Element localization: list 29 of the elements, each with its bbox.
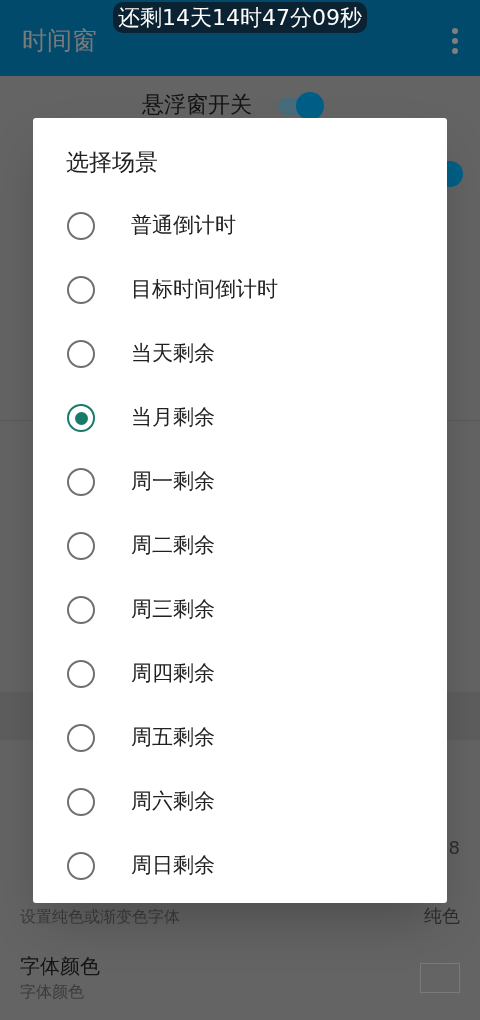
switch-label: 悬浮窗开关 xyxy=(142,93,252,117)
radio-option[interactable]: 周日剩余 xyxy=(33,834,447,898)
radio-option[interactable]: 周三剩余 xyxy=(33,578,447,642)
app-title: 时间窗 xyxy=(22,25,97,58)
radio-button[interactable] xyxy=(67,532,95,560)
radio-button[interactable] xyxy=(67,852,95,880)
radio-option[interactable]: 当月剩余 xyxy=(33,386,447,450)
radio-option[interactable]: 周二剩余 xyxy=(33,514,447,578)
radio-option[interactable]: 周四剩余 xyxy=(33,642,447,706)
radio-option[interactable]: 目标时间倒计时 xyxy=(33,258,447,322)
toggle-switch[interactable] xyxy=(278,92,324,120)
radio-button[interactable] xyxy=(67,660,95,688)
radio-button[interactable] xyxy=(67,468,95,496)
radio-button[interactable] xyxy=(67,724,95,752)
radio-button[interactable] xyxy=(67,212,95,240)
radio-option[interactable]: 当天剩余 xyxy=(33,322,447,386)
radio-option[interactable]: 周五剩余 xyxy=(33,706,447,770)
radio-button[interactable] xyxy=(67,340,95,368)
more-menu-icon[interactable] xyxy=(452,28,458,54)
setting-title: 字体颜色 xyxy=(20,953,100,979)
radio-button[interactable] xyxy=(67,404,95,432)
radio-option[interactable]: 周一剩余 xyxy=(33,450,447,514)
dialog-title: 选择场景 xyxy=(66,148,158,177)
radio-option[interactable]: 周六剩余 xyxy=(33,770,447,834)
radio-option[interactable]: 普通倒计时 xyxy=(33,194,447,258)
radio-button[interactable] xyxy=(67,788,95,816)
radio-button[interactable] xyxy=(67,276,95,304)
countdown-pill: 还剩14天14时47分09秒 xyxy=(113,2,367,33)
radio-button[interactable] xyxy=(67,596,95,624)
